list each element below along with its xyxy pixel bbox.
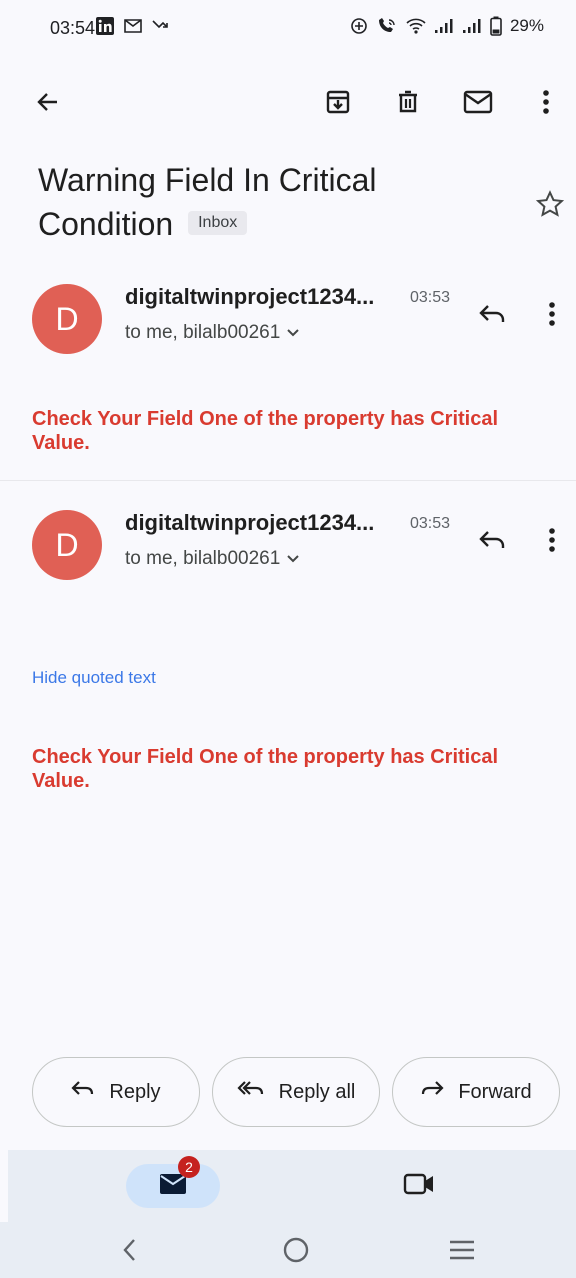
reply-icon[interactable]	[470, 292, 514, 336]
message-time: 03:53	[410, 289, 451, 306]
star-icon[interactable]	[530, 184, 570, 224]
message-divider	[0, 480, 576, 481]
signal-icon	[462, 18, 482, 34]
video-camera-icon	[403, 1172, 435, 1201]
inbox-label-chip[interactable]: Inbox	[188, 210, 248, 235]
archive-icon[interactable]	[316, 80, 360, 124]
system-nav-bar	[0, 1222, 576, 1278]
toolbar	[0, 70, 576, 134]
hide-quoted-text-link[interactable]: Hide quoted text	[32, 668, 156, 688]
system-back-icon[interactable]	[110, 1230, 150, 1270]
reply-icon[interactable]	[470, 518, 514, 562]
sender-avatar[interactable]: D	[32, 284, 102, 354]
status-left-icons	[95, 16, 169, 36]
message-time: 03:53	[410, 515, 451, 532]
status-time: 03:54	[50, 18, 96, 38]
battery-icon	[490, 16, 502, 36]
message-1[interactable]: D digitaltwinproject1234... 03:53 to me,…	[0, 270, 576, 480]
reply-label: Reply	[109, 1080, 161, 1103]
data-saver-icon	[350, 17, 368, 35]
nav-meet-tab[interactable]	[394, 1164, 444, 1208]
reply-icon	[71, 1080, 95, 1104]
forward-button[interactable]: Forward	[392, 1057, 560, 1127]
email-screen: 03:54 29% Warning Field In Critical Cond…	[0, 0, 576, 1278]
linkedin-icon	[95, 16, 115, 36]
message-more-icon[interactable]	[532, 292, 572, 336]
chevron-down-icon	[286, 322, 300, 344]
reply-all-label: Reply all	[278, 1080, 356, 1103]
delete-icon[interactable]	[386, 80, 430, 124]
back-arrow-icon[interactable]	[26, 80, 70, 124]
bottom-nav: 2	[8, 1150, 576, 1222]
signal-icon	[434, 18, 454, 34]
missed-call-icon	[151, 18, 169, 34]
system-recents-icon[interactable]	[442, 1230, 482, 1270]
chevron-down-icon	[286, 548, 300, 570]
recipients-toggle[interactable]: to me, bilalb00261	[125, 322, 300, 344]
wifi-icon	[406, 17, 426, 35]
message-more-icon[interactable]	[532, 518, 572, 562]
reply-all-icon	[237, 1080, 265, 1104]
sender-name: digitaltwinproject1234...	[125, 510, 375, 535]
reply-button[interactable]: Reply	[32, 1057, 200, 1127]
forward-icon	[420, 1080, 444, 1104]
wifi-call-icon	[376, 17, 398, 35]
message-body: Check Your Field One of the property has…	[32, 408, 499, 454]
reply-all-button[interactable]: Reply all	[212, 1057, 380, 1127]
sender-avatar[interactable]: D	[32, 510, 102, 580]
more-vert-icon[interactable]	[524, 80, 568, 124]
gmail-icon	[123, 18, 143, 34]
sender-name: digitaltwinproject1234...	[125, 284, 375, 309]
status-bar: 03:54 29%	[0, 0, 576, 60]
recipients-text: to me, bilalb00261	[125, 548, 281, 569]
recipients-text: to me, bilalb00261	[125, 322, 281, 343]
battery-percent: 29%	[509, 16, 544, 35]
nav-mail-tab[interactable]: 2	[126, 1156, 220, 1208]
message-body: Check Your Field One of the property has…	[32, 746, 499, 792]
system-home-icon[interactable]	[276, 1230, 316, 1270]
status-right: 29%	[350, 16, 544, 36]
email-subject: Warning Field In Critical Condition Inbo…	[38, 158, 508, 246]
recipients-toggle[interactable]: to me, bilalb00261	[125, 548, 300, 570]
unread-badge: 2	[178, 1156, 200, 1178]
mark-unread-icon[interactable]	[456, 80, 500, 124]
forward-label: Forward	[458, 1080, 532, 1103]
